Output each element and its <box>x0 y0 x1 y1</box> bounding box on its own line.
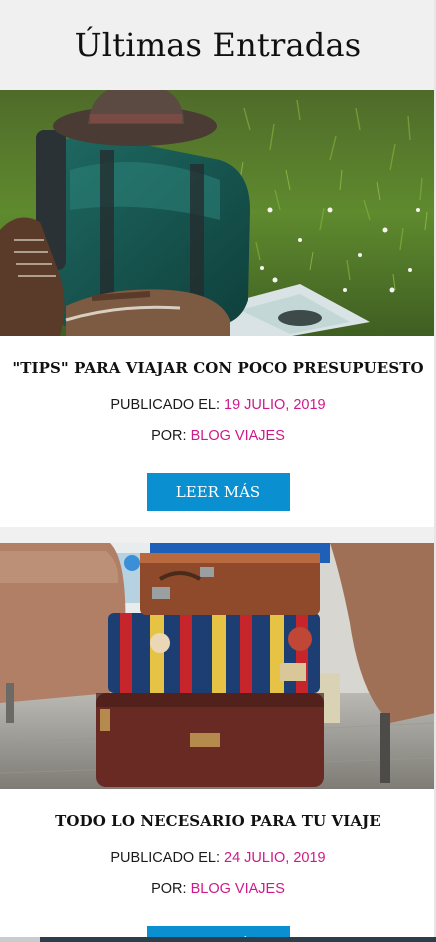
section-title: Últimas Entradas <box>74 26 362 64</box>
post-title-link[interactable]: "TIPS" PARA VIAJAR CON POCO PRESUPUESTO <box>0 358 436 378</box>
suitcases-photo <box>0 543 436 789</box>
published-label: PUBLICADO EL: <box>110 397 220 413</box>
post-title-link[interactable]: TODO LO NECESARIO PARA TU VIAJE <box>0 811 436 831</box>
post-thumbnail[interactable] <box>0 90 436 336</box>
post-author-line: POR: BLOG VIAJES <box>0 879 436 899</box>
post-date-line: PUBLICADO EL: 24 JULIO, 2019 <box>0 848 436 868</box>
published-label: PUBLICADO EL: <box>110 850 220 866</box>
post-card: "TIPS" PARA VIAJAR CON POCO PRESUPUESTO … <box>0 90 436 527</box>
post-author-link[interactable]: BLOG VIAJES <box>191 881 285 897</box>
by-label: POR: <box>151 428 187 444</box>
post-author-link[interactable]: BLOG VIAJES <box>191 428 285 444</box>
by-label: POR: <box>151 881 187 897</box>
bottom-scrollbar[interactable] <box>0 937 436 942</box>
post-date-line: PUBLICADO EL: 19 JULIO, 2019 <box>0 395 436 415</box>
post-card: TODO LO NECESARIO PARA TU VIAJE PUBLICAD… <box>0 543 436 942</box>
backpack-photo <box>0 90 436 336</box>
scrollbar-thumb[interactable] <box>0 937 40 942</box>
post-date-link[interactable]: 24 JULIO, 2019 <box>224 850 326 866</box>
post-author-line: POR: BLOG VIAJES <box>0 426 436 446</box>
post-thumbnail[interactable] <box>0 543 436 789</box>
post-body: "TIPS" PARA VIAJAR CON POCO PRESUPUESTO … <box>0 336 436 527</box>
post-date-link[interactable]: 19 JULIO, 2019 <box>224 397 326 413</box>
read-more-button[interactable]: LEER MÁS <box>146 473 290 511</box>
post-body: TODO LO NECESARIO PARA TU VIAJE PUBLICAD… <box>0 789 436 942</box>
page: Últimas Entradas "TIPS" PARA VIAJAR CON … <box>0 0 436 942</box>
